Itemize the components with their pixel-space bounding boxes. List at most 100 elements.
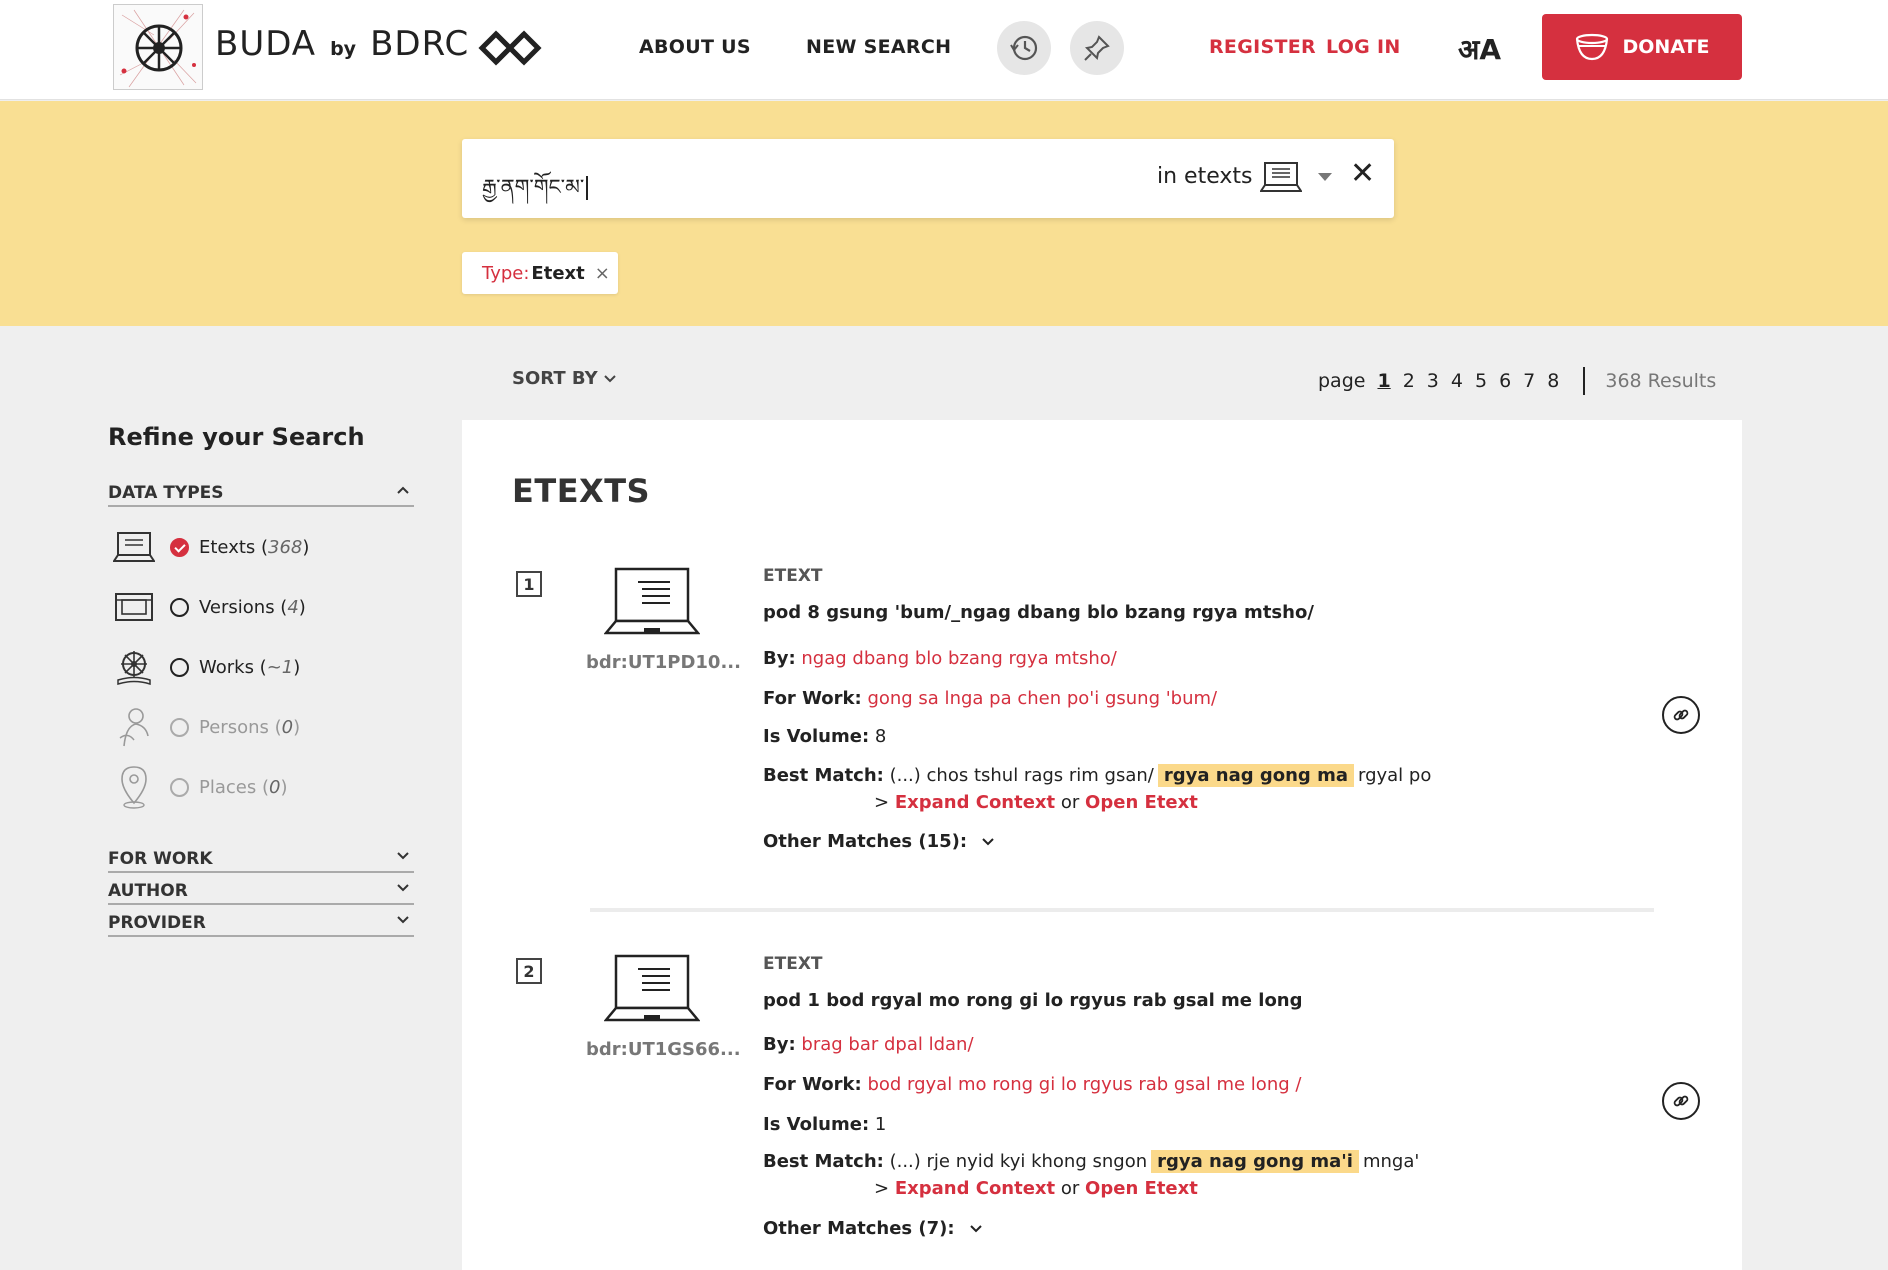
facet-etexts[interactable]: Etexts (368) <box>112 524 412 570</box>
facet-radio <box>170 777 189 797</box>
work-link[interactable]: gong sa lnga pa chen po'i gsung 'bum/ <box>867 688 1217 709</box>
page-link[interactable]: 5 <box>1475 370 1487 392</box>
result-type: ETEXT <box>763 954 823 974</box>
result-best-match: Best Match: (...) chos tshul rags rim gs… <box>763 764 1432 787</box>
work-link[interactable]: bod rgyal mo rong gi lo rgyus rab gsal m… <box>867 1074 1301 1095</box>
result-type: ETEXT <box>763 566 823 586</box>
result-number: 2 <box>516 958 542 984</box>
result-work-line: For Work: gong sa lnga pa chen po'i gsun… <box>763 688 1218 709</box>
refine-title: Refine your Search <box>108 423 365 451</box>
result-volume-line: Is Volume: 8 <box>763 726 887 747</box>
page-link[interactable]: 3 <box>1427 370 1439 392</box>
facet-persons: Persons (0) <box>112 704 412 750</box>
filter-chip-type[interactable]: Type: Etext × <box>462 252 618 294</box>
search-bar[interactable]: རྒྱ་ནག་གོང་མ་ in etexts ✕ <box>462 139 1394 218</box>
match-highlight: rgya nag gong ma'i <box>1151 1150 1359 1173</box>
book-box-icon <box>112 584 156 630</box>
result-id: bdr:UT1GS66... <box>586 1039 741 1060</box>
page-link[interactable]: 2 <box>1403 370 1415 392</box>
facet-versions[interactable]: Versions (4) <box>112 584 412 630</box>
page-label: page <box>1318 370 1366 392</box>
dharma-wheel-icon <box>112 644 156 690</box>
facet-checkbox-checked[interactable] <box>170 537 189 557</box>
for-work-header[interactable]: FOR WORK <box>108 849 414 873</box>
laptop-icon <box>112 524 156 570</box>
history-button[interactable] <box>997 21 1051 75</box>
result-title[interactable]: pod 8 gsung 'bum/_ngag dbang blo bzang r… <box>763 602 1314 623</box>
open-etext-link[interactable]: Open Etext <box>1085 1178 1198 1199</box>
chevron-up-icon <box>396 483 410 499</box>
result-work-line: For Work: bod rgyal mo rong gi lo rgyus … <box>763 1074 1302 1095</box>
author-link[interactable]: ngag dbang blo bzang rgya mtsho/ <box>801 648 1116 669</box>
other-matches-toggle[interactable]: Other Matches (7): <box>763 1218 983 1239</box>
pin-icon <box>1084 35 1110 61</box>
chip-remove-icon[interactable]: × <box>595 263 610 284</box>
page-link[interactable]: 4 <box>1451 370 1463 392</box>
scope-dropdown-icon[interactable] <box>1318 173 1332 181</box>
history-icon <box>1010 35 1038 61</box>
donate-label: DONATE <box>1622 36 1710 58</box>
login-link[interactable]: LOG IN <box>1326 36 1401 58</box>
facet-places: Places (0) <box>112 764 412 810</box>
pager-divider <box>1583 367 1586 395</box>
facet-works[interactable]: Works (~1) <box>112 644 412 690</box>
sort-by-dropdown[interactable]: SORT BY <box>512 368 616 389</box>
open-etext-link[interactable]: Open Etext <box>1085 792 1198 813</box>
author-header[interactable]: AUTHOR <box>108 881 414 905</box>
nav-new-search[interactable]: NEW SEARCH <box>806 36 951 58</box>
other-matches-toggle[interactable]: Other Matches (15): <box>763 831 995 852</box>
brand-org: BDRC <box>370 24 470 64</box>
results-panel <box>462 420 1742 1270</box>
result-volume-line: Is Volume: 1 <box>763 1114 887 1135</box>
provider-header[interactable]: PROVIDER <box>108 913 414 937</box>
person-icon <box>112 704 156 750</box>
link-icon <box>1673 709 1689 721</box>
chevron-down-icon <box>970 1225 982 1233</box>
chevron-down-icon <box>396 849 410 865</box>
search-scope-label[interactable]: in etexts <box>1157 164 1252 189</box>
result-title[interactable]: pod 1 bod rgyal mo rong gi lo rgyus rab … <box>763 990 1303 1011</box>
result-number: 1 <box>516 571 542 597</box>
permalink-button[interactable] <box>1662 1082 1700 1120</box>
etext-thumbnail-icon[interactable] <box>603 953 701 1027</box>
pin-button[interactable] <box>1070 21 1124 75</box>
brand[interactable]: BUDA by BDRC <box>215 24 469 68</box>
facet-radio[interactable] <box>170 597 189 617</box>
buda-logo[interactable] <box>113 4 203 90</box>
laptop-icon <box>1259 161 1303 197</box>
bowl-icon <box>1575 33 1608 61</box>
link-icon <box>1673 1095 1689 1107</box>
expand-context-link[interactable]: Expand Context <box>895 792 1055 813</box>
results-count: 368 Results <box>1605 370 1717 392</box>
chevron-down-icon <box>982 838 995 846</box>
donate-button[interactable]: DONATE <box>1542 14 1742 80</box>
page-link[interactable]: 1 <box>1377 370 1390 392</box>
pagination: page 1 2 3 4 5 6 7 8 368 Results <box>1318 366 1716 396</box>
permalink-button[interactable] <box>1662 696 1700 734</box>
etext-thumbnail-icon[interactable] <box>603 566 701 640</box>
language-switch-icon[interactable]: अA <box>1458 30 1501 68</box>
page-link[interactable]: 7 <box>1523 370 1535 392</box>
facet-radio[interactable] <box>170 657 189 677</box>
chevron-down-icon <box>604 375 616 383</box>
chevron-down-icon <box>396 913 410 929</box>
result-divider <box>590 908 1654 912</box>
chevron-down-icon <box>396 881 410 897</box>
expand-context-link[interactable]: Expand Context <box>895 1178 1055 1199</box>
nav-about-us[interactable]: ABOUT US <box>639 36 751 58</box>
search-input[interactable]: རྒྱ་ནག་གོང་མ་ <box>482 164 589 223</box>
section-title: ETEXTS <box>512 472 651 510</box>
context-links: > Expand Context or Open Etext <box>874 792 1198 813</box>
close-icon[interactable]: ✕ <box>1350 159 1375 189</box>
result-best-match: Best Match: (...) rje nyid kyi khong sng… <box>763 1150 1420 1173</box>
author-link[interactable]: brag bar dpal ldan/ <box>801 1034 973 1055</box>
page-link[interactable]: 8 <box>1547 370 1559 392</box>
chip-value: Etext <box>531 262 585 284</box>
page-link[interactable]: 6 <box>1499 370 1511 392</box>
data-types-header[interactable]: DATA TYPES <box>108 483 414 507</box>
endless-knot-icon <box>474 28 550 68</box>
match-highlight: rgya nag gong ma <box>1157 764 1354 787</box>
register-link[interactable]: REGISTER <box>1209 36 1316 58</box>
result-author-line: By: brag bar dpal ldan/ <box>763 1034 974 1055</box>
chip-key: Type: <box>482 262 530 284</box>
